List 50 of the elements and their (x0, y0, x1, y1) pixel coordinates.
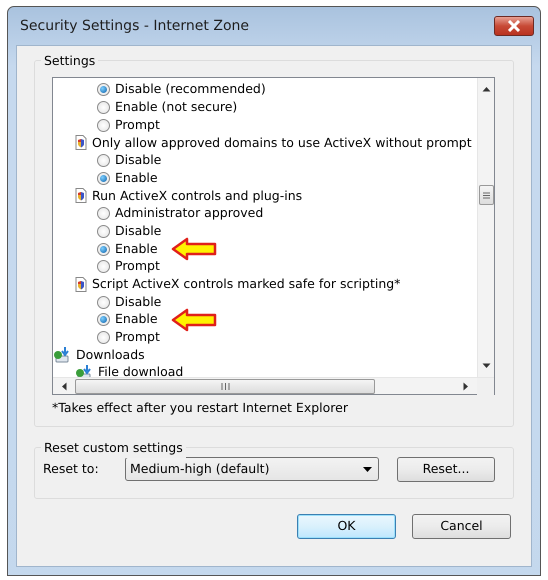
radio-button[interactable] (97, 154, 110, 168)
shield-icon (75, 188, 87, 204)
scroll-up-icon[interactable] (482, 86, 490, 92)
option-label[interactable]: Enable (115, 240, 158, 258)
scroll-right-icon[interactable] (463, 382, 469, 390)
radio-button[interactable] (97, 224, 110, 238)
setting-label: Script ActiveX controls marked safe for scripting* (92, 275, 400, 294)
option-label[interactable]: Enable (115, 310, 158, 330)
reset-to-label: Reset to: (43, 460, 100, 478)
radio-button[interactable] (97, 242, 110, 256)
close-button[interactable] (494, 16, 534, 36)
shield-icon (75, 135, 87, 150)
setting-label: Run ActiveX controls and plug-ins (92, 186, 302, 205)
scroll-left-icon[interactable] (61, 382, 67, 390)
category-label: Downloads (76, 346, 145, 364)
radio-button[interactable] (97, 101, 110, 114)
shield-icon (75, 276, 87, 292)
option-label[interactable]: Disable (115, 292, 162, 312)
setting-label: Only allow approved domains to use ActiveX without prompt (92, 134, 472, 152)
window-title: Security Settings - Internet Zone (20, 16, 249, 36)
option-label[interactable]: Prompt (115, 116, 160, 135)
radio-button[interactable] (97, 172, 110, 185)
scroll-thumb[interactable] (75, 378, 375, 394)
radio-button[interactable] (97, 313, 110, 326)
close-icon (507, 20, 521, 32)
scroll-down-icon[interactable] (482, 363, 490, 369)
option-label[interactable]: Disable (115, 222, 162, 241)
radio-button[interactable] (97, 330, 110, 344)
vertical-scrollbar[interactable] (477, 78, 494, 377)
option-label[interactable]: Disable (115, 151, 162, 170)
dialog-button[interactable]: OK (297, 514, 396, 539)
reset-level-dropdown[interactable]: Medium-high (default) (125, 457, 379, 482)
option-label[interactable]: Enable (not secure) (115, 98, 238, 117)
option-label[interactable]: Disable (recommended) (115, 80, 266, 100)
radio-button[interactable] (97, 118, 110, 132)
radio-button[interactable] (97, 260, 110, 274)
footnote-text: *Takes effect after you restart Internet Explorer (52, 399, 349, 417)
option-label[interactable]: Enable (115, 168, 158, 188)
reset-button[interactable]: Reset... (397, 456, 495, 482)
dialog-button[interactable]: Cancel (412, 514, 511, 539)
radio-button[interactable] (97, 83, 110, 96)
scroll-thumb[interactable] (478, 185, 494, 205)
radio-button[interactable] (97, 296, 110, 309)
option-label[interactable]: Administrator approved (115, 204, 264, 224)
option-label[interactable]: Prompt (115, 257, 160, 276)
dropdown-caret-icon (363, 466, 372, 472)
radio-button[interactable] (97, 207, 110, 220)
horizontal-scrollbar[interactable] (53, 377, 494, 394)
option-label[interactable]: Prompt (115, 328, 160, 347)
category-label: File download (98, 363, 184, 377)
